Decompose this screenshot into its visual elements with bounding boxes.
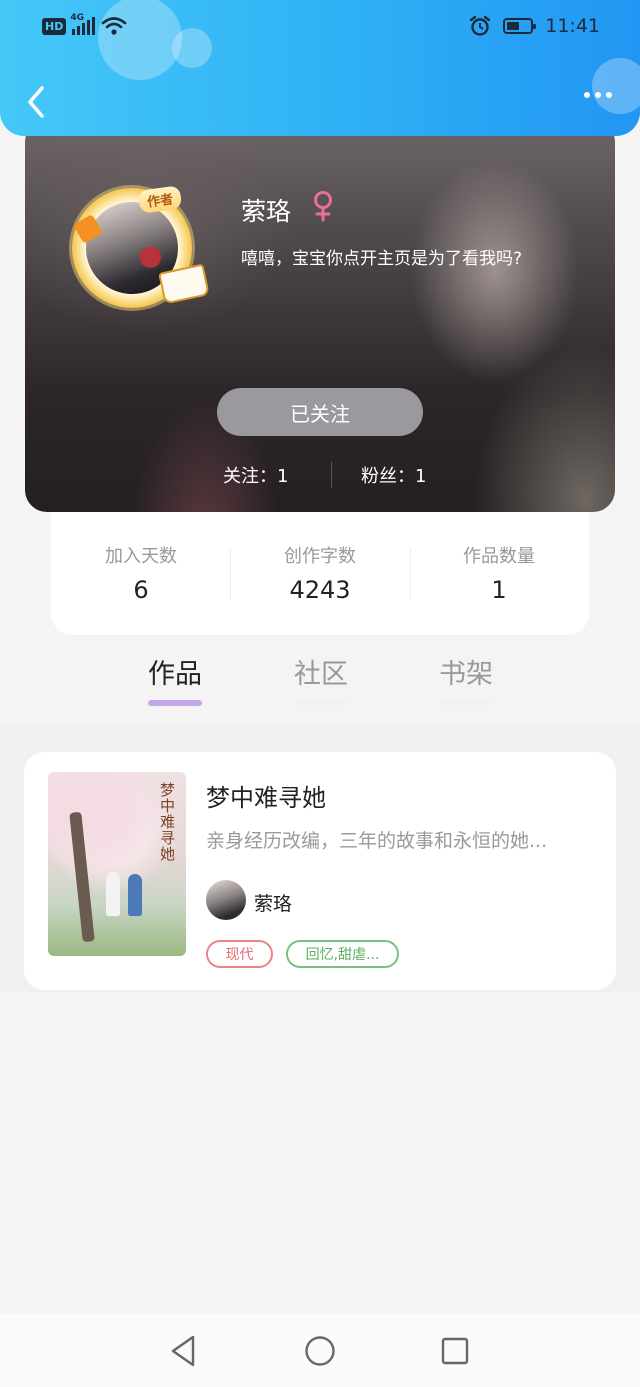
cover-figure [106,872,120,916]
divider [331,462,332,488]
profile-tabs: 作品 社区 书架 [0,652,640,712]
system-nav-bar [0,1314,640,1387]
female-icon [314,191,332,222]
cover-figure [128,874,142,916]
more-button[interactable] [584,92,612,98]
author-avatar [206,880,246,920]
book-title: 梦中难寻她 [206,784,326,812]
back-button[interactable] [22,82,52,122]
follow-stats: 关注：1 粉丝：1 [25,462,615,490]
tab-works[interactable]: 作品 [120,652,230,706]
dot-icon [595,92,601,98]
status-right: 11:41 [469,15,600,37]
status-bar: HD 4G 11:41 [0,0,640,56]
tab-indicator [294,700,348,706]
status-left: HD 4G [42,13,127,36]
square-recents-icon[interactable] [441,1337,469,1365]
tab-label: 作品 [148,659,202,690]
tab-label: 社区 [294,659,348,690]
followed-button[interactable]: 已关注 [217,388,423,436]
cover-title: 梦中难寻她 [158,782,176,862]
circle-home-icon[interactable] [304,1335,336,1367]
fans-count[interactable]: 粉丝：1 [361,462,426,488]
wifi-icon [102,17,127,35]
alarm-icon [470,15,491,36]
stat-works-count: 作品数量 1 [409,542,589,604]
stat-value: 6 [133,576,149,604]
top-header: HD 4G 11:41 [0,0,640,136]
tab-indicator [439,700,493,706]
stat-word-count: 创作字数 4243 [230,542,410,604]
book-author: 萦珞 [254,893,293,915]
battery-icon [503,18,537,34]
stat-label: 加入天数 [105,546,177,567]
tab-community[interactable]: 社区 [266,652,376,706]
stat-value: 4243 [289,576,351,604]
tab-label: 书架 [439,659,493,690]
status-time: 11:41 [545,15,600,37]
avatar[interactable]: 作者 [69,178,210,308]
user-bio: 嘻嘻，宝宝你点开主页是为了看我吗? [241,249,523,269]
tab-indicator [148,700,202,706]
book-tag: 回忆,甜虐... [286,940,399,968]
stat-label: 作品数量 [463,546,535,567]
dot-icon [584,92,590,98]
following-count[interactable]: 关注：1 [223,462,288,488]
triangle-back-icon[interactable] [168,1334,198,1368]
stat-value: 1 [491,576,507,604]
network-type: 4G [70,13,84,23]
stat-label: 创作字数 [284,546,356,567]
book-tag: 现代 [206,940,273,968]
cover-tree [69,811,95,943]
profile-card: 作者 萦珞 嘻嘻，宝宝你点开主页是为了看我吗? 已关注 关注：1 粉丝：1 [25,120,615,512]
dot-icon [606,92,612,98]
stats-card: 加入天数 6 创作字数 4243 作品数量 1 [51,512,589,635]
signal-icon: 4G [70,13,96,35]
book-description: 亲身经历改编，三年的故事和永恒的她... [206,830,548,852]
username: 萦珞 [241,197,292,226]
hd-badge: HD [42,17,67,35]
decor-bubble [592,58,640,114]
book-card[interactable]: 梦中难寻她 梦中难寻她 亲身经历改编，三年的故事和永恒的她... 萦珞 现代 回… [24,752,616,990]
tab-bookshelf[interactable]: 书架 [411,652,521,706]
book-cover: 梦中难寻她 [48,772,186,956]
stat-join-days: 加入天数 6 [51,542,231,604]
